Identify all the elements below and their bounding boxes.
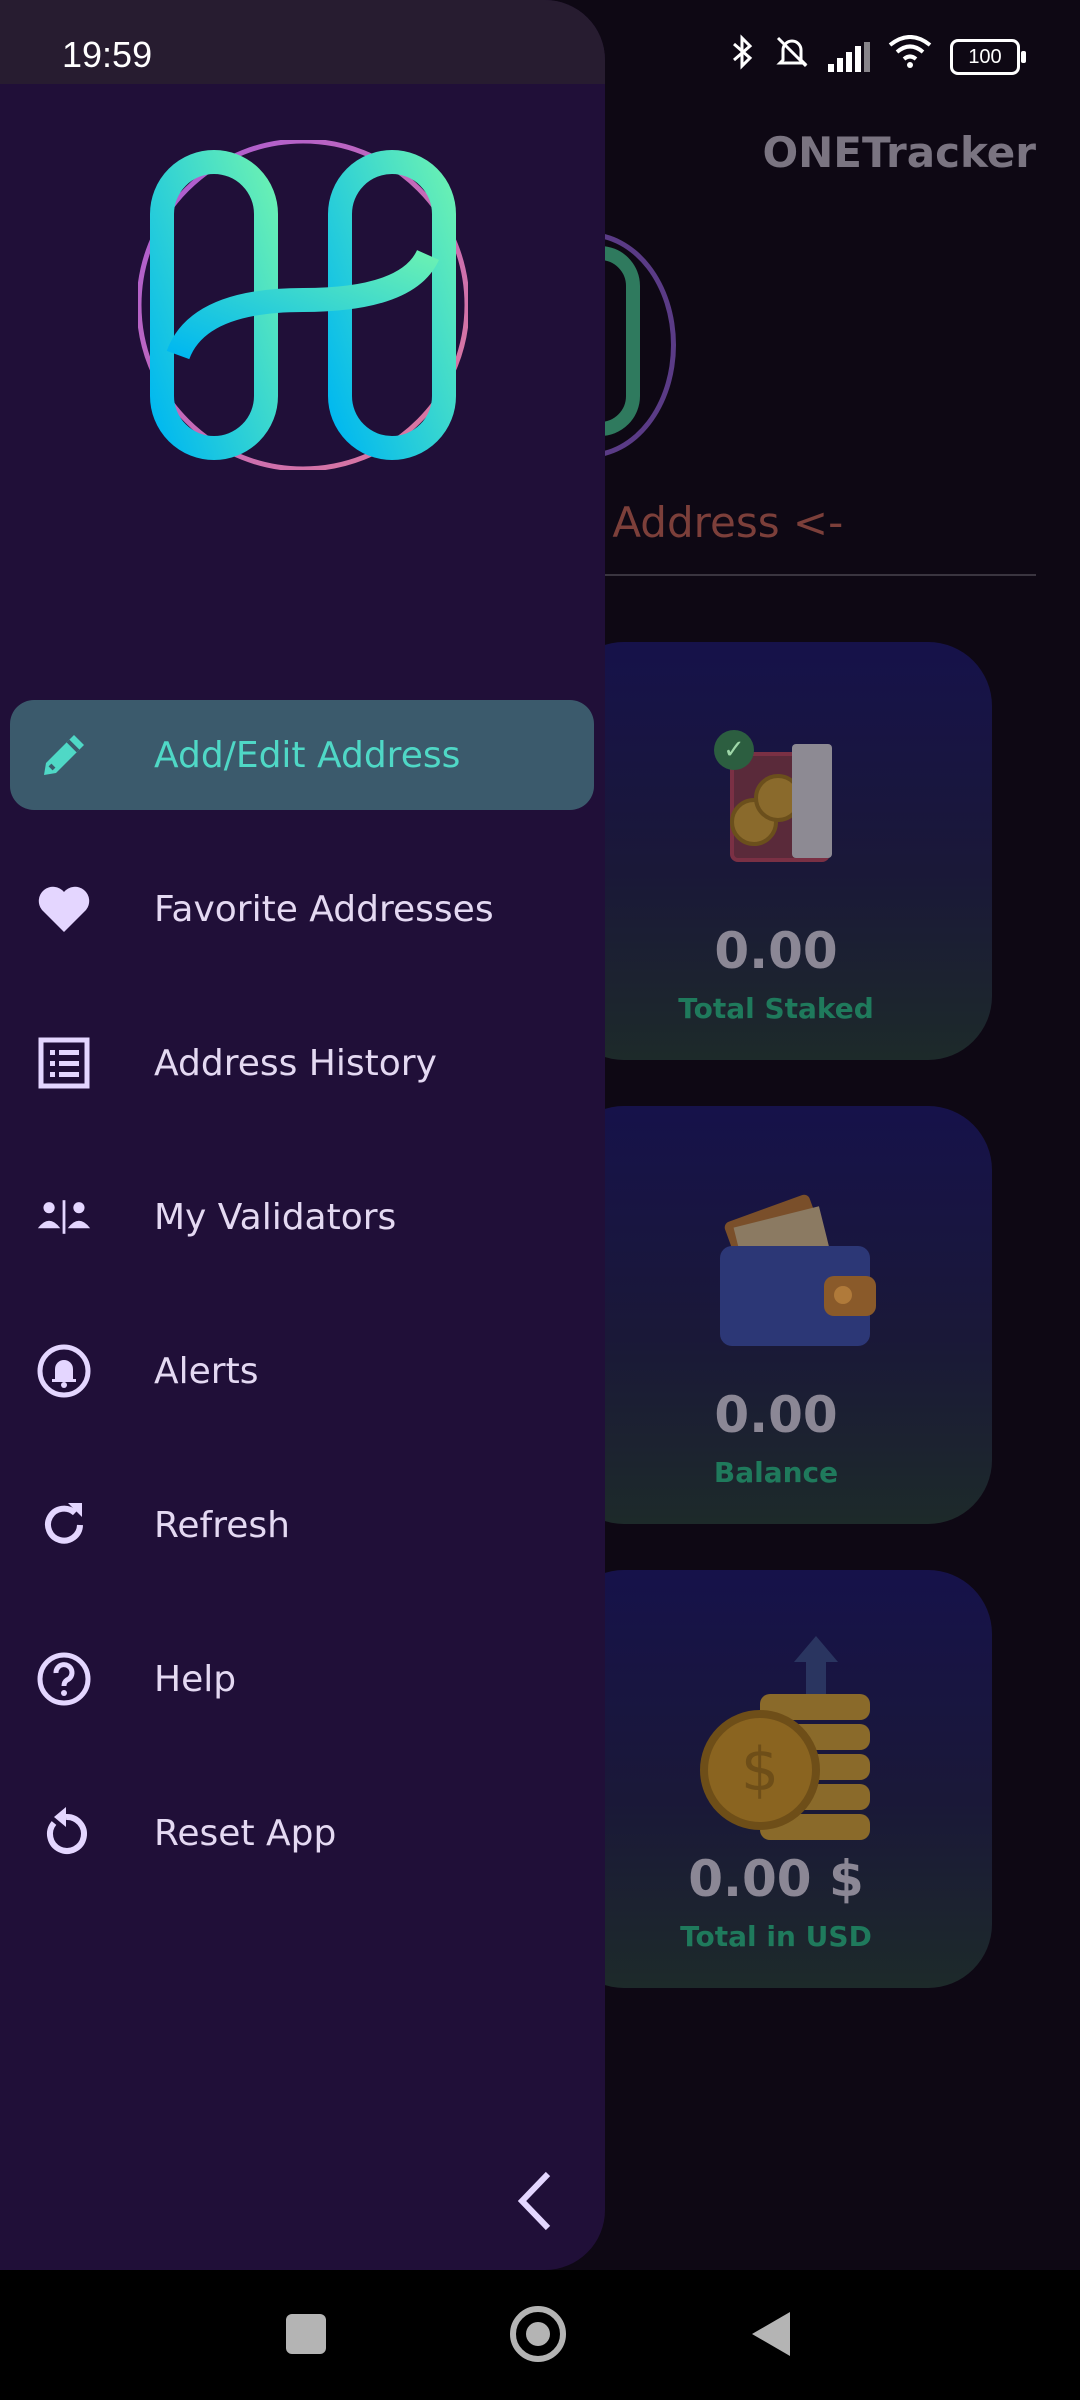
card-value: 0.00	[714, 922, 838, 980]
harmony-logo	[136, 138, 470, 472]
status-time: 19:59	[62, 34, 153, 75]
battery-icon: 100	[950, 38, 1026, 75]
menu-item-label: Help	[154, 1658, 237, 1700]
menu-item-label: Address History	[154, 1042, 437, 1084]
drawer-menu: Add/Edit Address Favorite Addresses Addr…	[10, 700, 594, 1932]
menu-item-alerts[interactable]: Alerts	[10, 1316, 594, 1426]
card-value: 0.00	[714, 1386, 838, 1444]
reset-icon	[36, 1805, 92, 1861]
total-usd-card[interactable]: $ 0.00 $ Total in USD	[560, 1570, 992, 1988]
app-title: ONETracker	[762, 128, 1036, 177]
card-caption: Total in USD	[680, 1920, 872, 1953]
menu-item-reset-app[interactable]: Reset App	[10, 1778, 594, 1888]
back-button[interactable]	[752, 2312, 790, 2356]
menu-item-favorite-addresses[interactable]: Favorite Addresses	[10, 854, 594, 964]
list-icon	[36, 1035, 92, 1091]
chevron-left-icon[interactable]	[508, 2166, 560, 2236]
bell-off-icon	[774, 34, 810, 79]
menu-item-add-edit-address[interactable]: Add/Edit Address	[10, 700, 594, 810]
card-caption: Total Staked	[678, 992, 874, 1025]
card-caption: Balance	[713, 1456, 839, 1489]
menu-item-address-history[interactable]: Address History	[10, 1008, 594, 1118]
menu-item-label: Reset App	[154, 1812, 337, 1854]
help-icon	[36, 1651, 92, 1707]
heart-icon	[36, 881, 92, 937]
menu-item-my-validators[interactable]: My Validators	[10, 1162, 594, 1272]
status-bar: 19:59 100	[0, 0, 1080, 110]
refresh-icon	[36, 1497, 92, 1553]
total-staked-card[interactable]: ✓ 0.00 Total Staked	[560, 642, 992, 1060]
wifi-icon	[888, 35, 932, 78]
status-icons: 100	[730, 34, 1026, 79]
wallet-icon	[700, 1186, 876, 1346]
alarm-icon	[36, 1343, 92, 1399]
people-icon	[36, 1189, 92, 1245]
address-divider	[600, 574, 1036, 576]
menu-item-help[interactable]: Help	[10, 1624, 594, 1734]
coins-icon: $	[700, 1636, 870, 1840]
menu-item-label: Refresh	[154, 1504, 290, 1546]
menu-item-label: Alerts	[154, 1350, 259, 1392]
bluetooth-icon	[730, 34, 756, 79]
system-navigation-bar	[0, 2270, 1080, 2400]
home-button[interactable]	[510, 2306, 566, 2362]
signal-icon	[828, 41, 870, 72]
card-value: 0.00 $	[688, 1850, 864, 1908]
menu-item-label: Favorite Addresses	[154, 888, 494, 930]
navigation-drawer: Add/Edit Address Favorite Addresses Addr…	[0, 0, 605, 2270]
menu-item-label: My Validators	[154, 1196, 397, 1238]
vault-icon: ✓	[700, 722, 860, 872]
recents-button[interactable]	[286, 2314, 326, 2354]
menu-item-refresh[interactable]: Refresh	[10, 1470, 594, 1580]
balance-card[interactable]: 0.00 Balance	[560, 1106, 992, 1524]
pencil-icon	[36, 727, 92, 783]
menu-item-label: Add/Edit Address	[154, 734, 461, 776]
